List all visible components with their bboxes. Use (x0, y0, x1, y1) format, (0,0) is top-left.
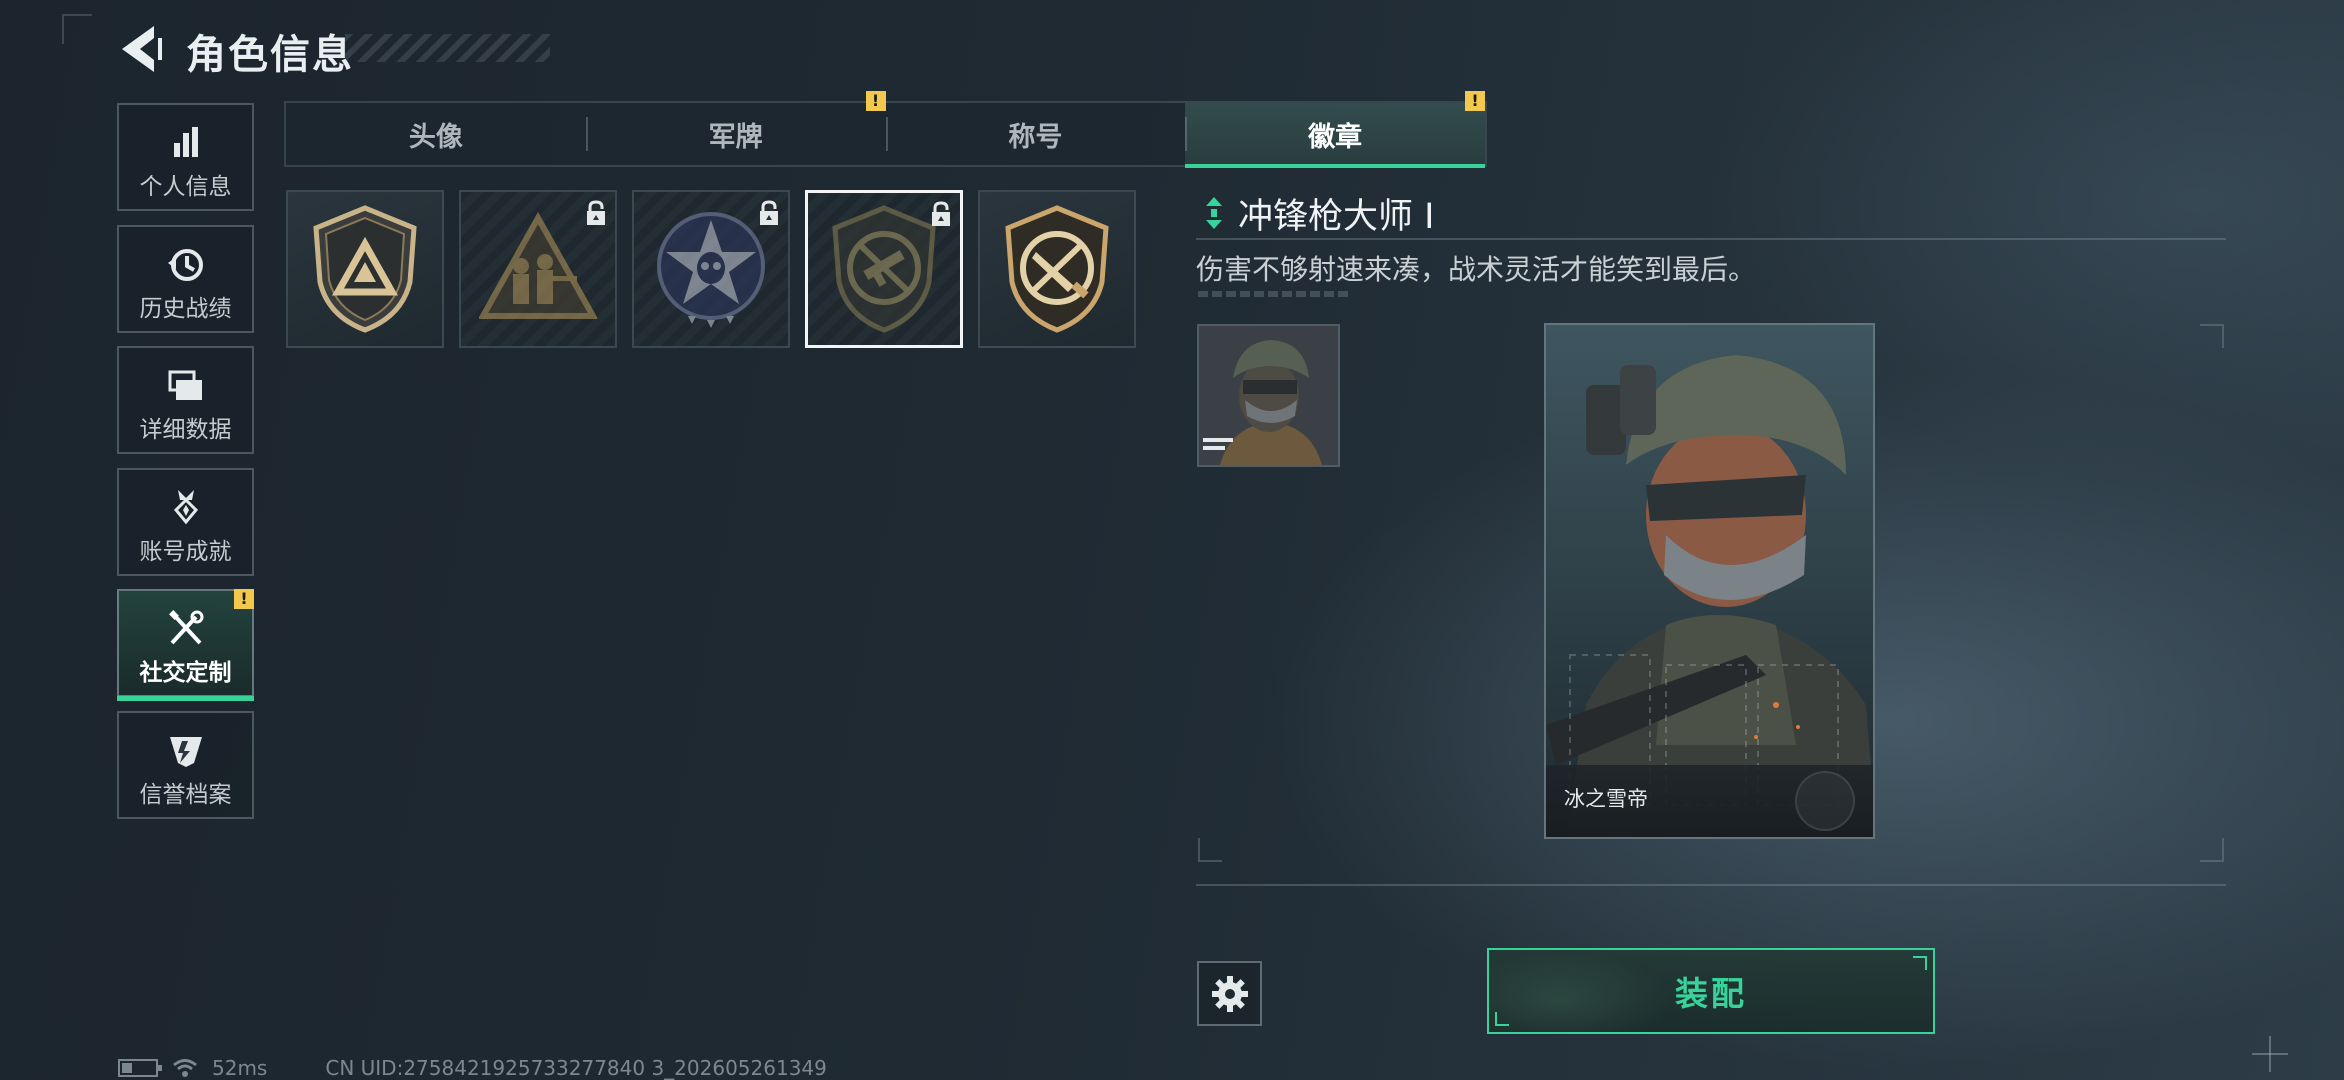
badge-description: 伤害不够射速来凑，战术灵活才能笑到最后。 (1196, 253, 1757, 286)
sidebar-item-credit-record[interactable]: 信誉档案 (117, 710, 254, 819)
sidebar-item-label: 详细数据 (139, 417, 232, 444)
smg-master-badge-icon (832, 205, 936, 333)
avatar[interactable] (1197, 324, 1340, 467)
gear-icon (1211, 975, 1248, 1012)
badge-item-selected[interactable] (805, 190, 963, 348)
operator-card: 冰之雪帝 (1544, 323, 1875, 839)
back-button[interactable] (118, 24, 164, 74)
sidebar-item-achievements[interactable]: 账号成就 (117, 467, 254, 576)
sidebar-item-detailed-data[interactable]: 详细数据 (117, 346, 254, 455)
frame-corner (2200, 838, 2224, 862)
card-caption: 冰之雪帝 (1546, 765, 1873, 837)
bar-chart-icon (173, 127, 198, 157)
frame-corner (2200, 324, 2224, 348)
badge-item[interactable] (978, 190, 1136, 348)
button-corner (1913, 956, 1927, 970)
title-marker-icon (1206, 197, 1222, 229)
sidebar-item-label: 历史战绩 (139, 295, 232, 322)
back-arrow-icon (122, 26, 162, 72)
operator-name: 冰之雪帝 (1564, 787, 1648, 811)
corner-decoration (62, 14, 92, 44)
lock-icon (932, 201, 950, 226)
title-decoration (345, 34, 550, 62)
history-clock-icon (167, 248, 203, 281)
squad-triangle-badge-icon (479, 211, 597, 319)
plus-decoration-icon (2252, 1036, 2288, 1072)
sidebar-item-label: 账号成就 (139, 538, 232, 565)
sidebar-item-social-custom[interactable]: 社交定制 ! (117, 589, 254, 702)
soldier-portrait-icon (1199, 326, 1338, 465)
ping-value: 52ms (212, 1056, 268, 1080)
tab-label: 头像 (408, 121, 463, 153)
triangle-shield-badge-icon (313, 205, 417, 333)
star-skull-badge-icon (657, 212, 765, 328)
operator-portrait-icon (1546, 325, 1873, 837)
alert-badge: ! (1465, 91, 1485, 111)
frame-corner (1198, 838, 1222, 862)
battery-icon (118, 1059, 162, 1077)
equip-button[interactable]: 装配 (1487, 948, 1935, 1034)
card-emblem-placeholder (1795, 771, 1855, 831)
equip-button-label: 装配 (1675, 974, 1747, 1013)
lock-icon (587, 200, 605, 225)
divider (1196, 238, 2226, 240)
sidebar-item-label: 个人信息 (139, 174, 232, 200)
lock-icon (760, 200, 778, 225)
medal-icon (173, 489, 198, 525)
tab-label: 徽章 (1308, 121, 1363, 153)
badge-item[interactable] (632, 190, 790, 348)
sidebar-item-label: 社交定制 (139, 660, 232, 687)
user-uid: CN UID:2758421925733277840 3_20260526134… (325, 1056, 827, 1080)
wifi-icon (173, 1059, 197, 1077)
badge-grid (286, 190, 1136, 348)
tab-badge[interactable]: 徽章 ! (1185, 91, 1485, 168)
description-decoration (1198, 291, 1348, 297)
alert-badge: ! (865, 91, 886, 111)
knife-shield-badge-icon (1005, 205, 1109, 333)
tab-dog-tag[interactable]: 军牌 ! (585, 91, 886, 165)
tab-label: 称号 (1008, 121, 1063, 153)
sidebar-item-label: 信誉档案 (139, 781, 232, 808)
badge-title: 冲锋枪大师 I (1238, 197, 1435, 237)
tab-title[interactable]: 称号 (885, 103, 1186, 165)
settings-button[interactable] (1197, 961, 1262, 1026)
badge-item[interactable] (459, 190, 617, 348)
folders-icon (168, 370, 202, 401)
sidebar-item-personal-info[interactable]: 个人信息 (117, 103, 254, 211)
credit-emblem-icon (169, 736, 202, 767)
sidebar-item-history[interactable]: 历史战绩 (117, 224, 254, 333)
button-corner (1495, 1012, 1509, 1026)
category-tabs: 头像 军牌 ! 称号 徽章 ! (284, 91, 1487, 168)
alert-badge: ! (234, 589, 254, 610)
tools-icon (168, 610, 203, 645)
status-bar: 52ms CN UID:2758421925733277840 3_202605… (118, 1056, 827, 1080)
divider (1196, 884, 2226, 886)
sidebar: 个人信息 历史战绩 详细数据 账号成就 社交定制 ! 信誉档案 (117, 103, 254, 833)
tab-avatar[interactable]: 头像 (286, 103, 586, 165)
tab-label: 军牌 (708, 121, 763, 153)
badge-item[interactable] (286, 190, 444, 348)
page-title: 角色信息 (186, 32, 354, 78)
